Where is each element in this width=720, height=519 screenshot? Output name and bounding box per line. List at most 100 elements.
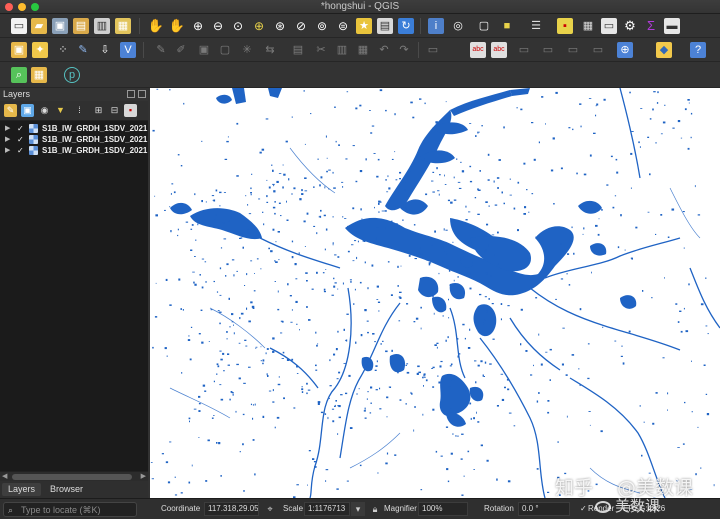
open-layer-styling-icon[interactable]: ✎ (4, 104, 17, 117)
scale-dropdown-icon[interactable]: ▾ (351, 502, 365, 516)
zoom-to-layer-icon[interactable]: ⊛ (272, 18, 288, 34)
zoom-full-icon[interactable]: ⊙ (230, 18, 246, 34)
panel-tabs: Layers Browser (0, 481, 148, 498)
print-layout-icon[interactable]: ▥ (94, 18, 110, 34)
save-project-icon[interactable]: ▣ (52, 18, 68, 34)
visibility-checkbox[interactable]: ✓ (17, 123, 24, 134)
edits-icon[interactable]: ✎ (75, 42, 91, 58)
map-canvas[interactable] (150, 88, 720, 498)
collapse-all-icon[interactable]: ⊟ (108, 104, 121, 117)
zoom-out-icon[interactable]: ⊖ (210, 18, 226, 34)
save-edits-icon[interactable]: V (120, 42, 136, 58)
layer-item[interactable]: ▶ ✓ S1B_IW_GRDH_1SDV_2021 (0, 134, 148, 145)
help-icon[interactable]: ? (690, 42, 706, 58)
toggle-extents-icon[interactable]: ⌖ (263, 502, 277, 516)
expand-all-icon[interactable]: ⊞ (92, 104, 105, 117)
python-icon[interactable]: ◆ (656, 42, 672, 58)
undo-icon[interactable]: ▣ (196, 42, 212, 58)
search-tool-icon[interactable]: ⌕ (11, 67, 27, 83)
weibo-logo-icon (595, 501, 611, 513)
new-layer-icon[interactable]: ✦ (32, 42, 48, 58)
flood-water-map (150, 88, 720, 498)
refresh-icon[interactable]: ↻ (398, 18, 414, 34)
select-by-expression-icon[interactable]: ▢ (476, 18, 492, 34)
expand-arrow-icon[interactable]: ▶ (5, 123, 10, 134)
plugins-icon[interactable]: ⊕ (617, 42, 633, 58)
layer-item[interactable]: ▶ ✓ S1B_IW_GRDH_1SDV_2021 (0, 145, 148, 156)
new-project-icon[interactable]: ▭ (11, 18, 27, 34)
digitize-icon[interactable]: ⁘ (55, 42, 71, 58)
label-toolbar-icon-5[interactable]: ▭ (540, 42, 556, 58)
coordinate-label: Coordinate (161, 504, 201, 513)
open-project-icon[interactable]: ▰ (31, 18, 47, 34)
locator-search[interactable]: ⌕ Type to locate (⌘K) (3, 502, 137, 517)
map-tips-icon[interactable]: ▭ (601, 18, 617, 34)
redo-edit-icon[interactable]: ↷ (396, 42, 412, 58)
georeferencer-icon[interactable]: ▦ (31, 67, 47, 83)
lock-scale-icon[interactable]: 🔒︎ (368, 502, 382, 516)
add-polygon-icon[interactable]: ✎ (153, 42, 169, 58)
open-attribute-table-icon[interactable]: ☰ (528, 18, 544, 34)
label-toolbar-icon-2[interactable]: abc (470, 42, 486, 58)
toggle-editing-icon[interactable]: ⇩ (97, 42, 113, 58)
label-change-icon[interactable]: ▦ (355, 42, 371, 58)
identify-icon[interactable]: i (428, 18, 444, 34)
watermark: 知乎 @美数课 美数课 (555, 476, 717, 516)
coordinate-field[interactable]: 117.318,29.058 (204, 502, 259, 516)
new-bookmark-icon[interactable]: ★ (356, 18, 372, 34)
magnifier-field[interactable]: 100% (418, 502, 468, 516)
ruler-icon[interactable]: ▬ (664, 18, 680, 34)
visibility-checkbox[interactable]: ✓ (17, 145, 24, 156)
tab-browser[interactable]: Browser (44, 483, 89, 496)
zoom-to-selection-icon[interactable]: ⊕ (251, 18, 267, 34)
label-toolbar-icon-1[interactable]: ▭ (425, 42, 441, 58)
visibility-checkbox[interactable]: ✓ (17, 134, 24, 145)
label-move-icon[interactable]: ✂ (313, 42, 329, 58)
layer-item[interactable]: ▶ ✓ S1B_IW_GRDH_1SDV_2021 (0, 123, 148, 134)
window-title: *hongshui - QGIS (320, 1, 400, 12)
statistics-icon[interactable]: ▪ (557, 18, 573, 34)
undo-edit-icon[interactable]: ↶ (376, 42, 392, 58)
raster-layer-icon (29, 135, 38, 144)
layout-manager-icon[interactable]: ▦ (115, 18, 131, 34)
select-features-icon[interactable]: ◎ (450, 18, 466, 34)
remove-layer-icon[interactable]: ▪ (124, 104, 137, 117)
label-show-icon[interactable]: ▤ (290, 42, 306, 58)
label-rotate-icon[interactable]: ▥ (334, 42, 350, 58)
redo-icon[interactable]: ▢ (217, 42, 233, 58)
filter-legend-icon[interactable]: ▼ (54, 104, 67, 117)
measure-icon[interactable]: ▦ (580, 18, 596, 34)
pan-to-selection-icon[interactable]: ✋ (169, 18, 185, 34)
expand-arrow-icon[interactable]: ▶ (5, 145, 10, 156)
scrollbar-thumb[interactable] (12, 474, 132, 480)
vertex-tool-icon[interactable]: ✐ (173, 42, 189, 58)
zoom-last-icon[interactable]: ⊚ (314, 18, 330, 34)
label-toolbar-icon-4[interactable]: ▭ (516, 42, 532, 58)
label-toolbar-icon-3[interactable]: abc (491, 42, 507, 58)
pan-icon[interactable]: ✋ (148, 18, 164, 34)
locator-placeholder: Type to locate (⌘K) (21, 505, 101, 515)
zoom-native-icon[interactable]: ⊘ (293, 18, 309, 34)
show-bookmarks-icon[interactable]: ▤ (377, 18, 393, 34)
label-toolbar-icon-6[interactable]: ▭ (565, 42, 581, 58)
float-panel-icon[interactable] (127, 90, 135, 98)
scale-field[interactable]: 1:1176713 (304, 502, 350, 516)
plugin-circle-icon[interactable]: p (64, 67, 80, 83)
expand-arrow-icon[interactable]: ▶ (5, 134, 10, 145)
layers-horizontal-scrollbar[interactable]: ◀ ▶ (0, 471, 148, 481)
save-as-icon[interactable]: ▤ (73, 18, 89, 34)
close-panel-icon[interactable] (138, 90, 146, 98)
label-toolbar-icon-7[interactable]: ▭ (590, 42, 606, 58)
filter-by-expression-icon[interactable]: ⁞ (73, 104, 86, 117)
tab-layers[interactable]: Layers (2, 483, 42, 496)
data-source-manager-icon[interactable]: ▣ (11, 42, 27, 58)
zoom-in-icon[interactable]: ⊕ (190, 18, 206, 34)
label-pin-icon[interactable]: ⇆ (262, 42, 278, 58)
label-icon[interactable]: ✳ (239, 42, 255, 58)
manage-visibility-icon[interactable]: ◉ (38, 104, 51, 117)
toolbox-icon[interactable]: ⚙ (622, 18, 638, 34)
sum-icon[interactable]: Σ (643, 18, 659, 34)
add-group-icon[interactable]: ▣ (21, 104, 34, 117)
deselect-icon[interactable]: ■ (499, 18, 515, 34)
zoom-next-icon[interactable]: ⊜ (335, 18, 351, 34)
